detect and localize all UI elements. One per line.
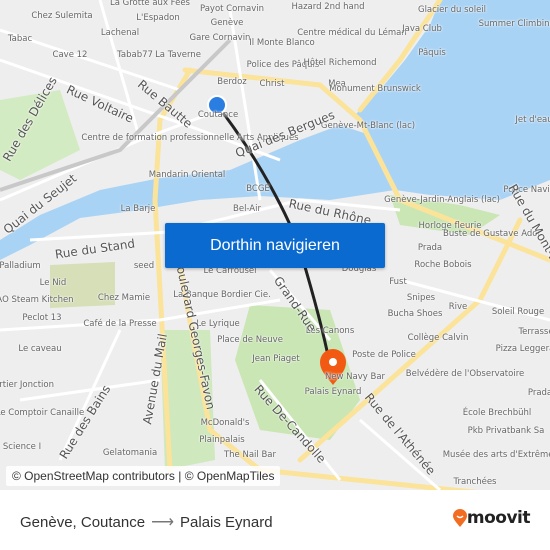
map-label: Cave 12 bbox=[52, 50, 88, 60]
route-destination: Palais Eynard bbox=[180, 513, 273, 531]
map-label: Quartier Jonction bbox=[0, 380, 54, 390]
map-label: Genève-Jardin-Anglais (lac) bbox=[384, 195, 500, 205]
route-title: Genève, Coutance ⟶ Palais Eynard bbox=[20, 512, 273, 532]
map-label: Palladium bbox=[0, 261, 41, 271]
map-label: BCGE bbox=[246, 184, 270, 194]
moovit-logo: moovit bbox=[452, 508, 531, 528]
map-label: Il Monte Blanco bbox=[249, 38, 315, 48]
map-label: Pizza Leggera bbox=[495, 344, 550, 354]
map-label: Monument Brunswick bbox=[329, 84, 421, 94]
route-origin: Genève, Coutance bbox=[20, 513, 146, 531]
arrow-right-icon: ⟶ bbox=[151, 514, 175, 531]
map-label: Bel-Air bbox=[233, 204, 261, 214]
map-label: Belvédère de l'Observatoire bbox=[405, 369, 525, 379]
moovit-pin-icon bbox=[452, 509, 467, 527]
map-label: Chez Mamie bbox=[97, 293, 151, 303]
map-label: La Grotte aux Fées bbox=[110, 0, 190, 8]
map-label: Rive bbox=[448, 302, 468, 312]
map-label: La Barje bbox=[120, 204, 156, 214]
map-label: New Navy Bar bbox=[324, 372, 386, 382]
map-label: Gare Cornavin bbox=[189, 33, 251, 43]
map-label: Musée des arts d'Extrême-Orient bbox=[442, 450, 550, 460]
map-label: Plainpalais bbox=[199, 435, 245, 445]
map-label: Chez Sulemita bbox=[31, 11, 93, 21]
map-label: Buste de Gustave Ador bbox=[443, 229, 541, 239]
map-label: Hazard 2nd hand bbox=[291, 2, 365, 12]
map-label: Le Lyrique bbox=[196, 319, 240, 329]
map-label: Genève-Mt-Blanc (lac) bbox=[320, 121, 416, 131]
map-label: Summer Climbing Wall bbox=[478, 19, 550, 29]
map-label: Jean Piaget bbox=[252, 354, 300, 364]
map-label: Collège Calvin bbox=[407, 333, 469, 343]
map-label: Gelatomania bbox=[102, 448, 158, 458]
map-label: La Taverne bbox=[155, 50, 201, 60]
map-label: Fust bbox=[389, 277, 407, 287]
map-label: Pkb Privatbank Sa bbox=[467, 426, 545, 436]
map-label: Roche Bobois bbox=[414, 260, 472, 270]
map-label: L'Espadon bbox=[136, 13, 180, 23]
map-label: seed bbox=[133, 261, 155, 271]
map-label: Mandarin Oriental bbox=[148, 170, 226, 180]
map-label: AO Steam Kitchen bbox=[0, 295, 74, 305]
navigate-button[interactable]: Dorthin navigieren bbox=[165, 223, 385, 268]
map-label: Le Nid bbox=[39, 278, 67, 288]
map-label: Soleil Rouge bbox=[491, 307, 545, 317]
map-label: Café de la Presse bbox=[83, 319, 157, 329]
map-label: Glacier du soleil bbox=[417, 5, 487, 15]
map-label: Genève bbox=[210, 18, 244, 28]
map-label: McDonald's bbox=[200, 418, 250, 428]
map-label: Peclot 13 bbox=[22, 313, 62, 323]
map-label: Place de Neuve bbox=[217, 335, 283, 345]
map-label: Palais Eynard bbox=[304, 387, 362, 397]
map-label: Hôtel Richemond bbox=[303, 58, 377, 68]
map-label: Le Comptoir Canaille bbox=[0, 408, 85, 418]
map-label: Prada bbox=[527, 388, 550, 398]
map-label: Le caveau bbox=[18, 344, 62, 354]
map-label: Bucha Shoes bbox=[387, 309, 443, 319]
map-label: Berdoz bbox=[217, 77, 247, 87]
map-label: Science I bbox=[2, 442, 42, 452]
map-label: Christ bbox=[259, 79, 285, 89]
map-label: Tabac bbox=[7, 34, 33, 44]
map-label: Pâquis bbox=[418, 48, 446, 58]
map-label: Snipes bbox=[406, 293, 436, 303]
map-attribution[interactable]: © OpenStreetMap contributors | © OpenMap… bbox=[6, 466, 281, 486]
map-label: Payot Cornavin bbox=[199, 4, 265, 14]
map-label: Terrasse bbox=[518, 327, 550, 337]
map-label: Java Club bbox=[402, 24, 442, 34]
map-label: École Brechbühl bbox=[462, 408, 532, 418]
map-label: Prada bbox=[417, 243, 443, 253]
map-label: Coutance bbox=[197, 110, 239, 120]
map-label: Centre médical du Léman bbox=[297, 28, 407, 38]
map-label: Jet d'eau bbox=[515, 115, 550, 125]
map[interactable]: La Grotte aux Fées Payot Cornavin Chez Sul… bbox=[0, 0, 550, 490]
map-label: The Nail Bar bbox=[223, 450, 277, 460]
map-label: Tranchées bbox=[453, 477, 497, 487]
map-label: Tabab77 bbox=[117, 50, 153, 60]
map-label: Poste de Police bbox=[352, 350, 416, 360]
map-label: Lachenal bbox=[100, 28, 140, 38]
